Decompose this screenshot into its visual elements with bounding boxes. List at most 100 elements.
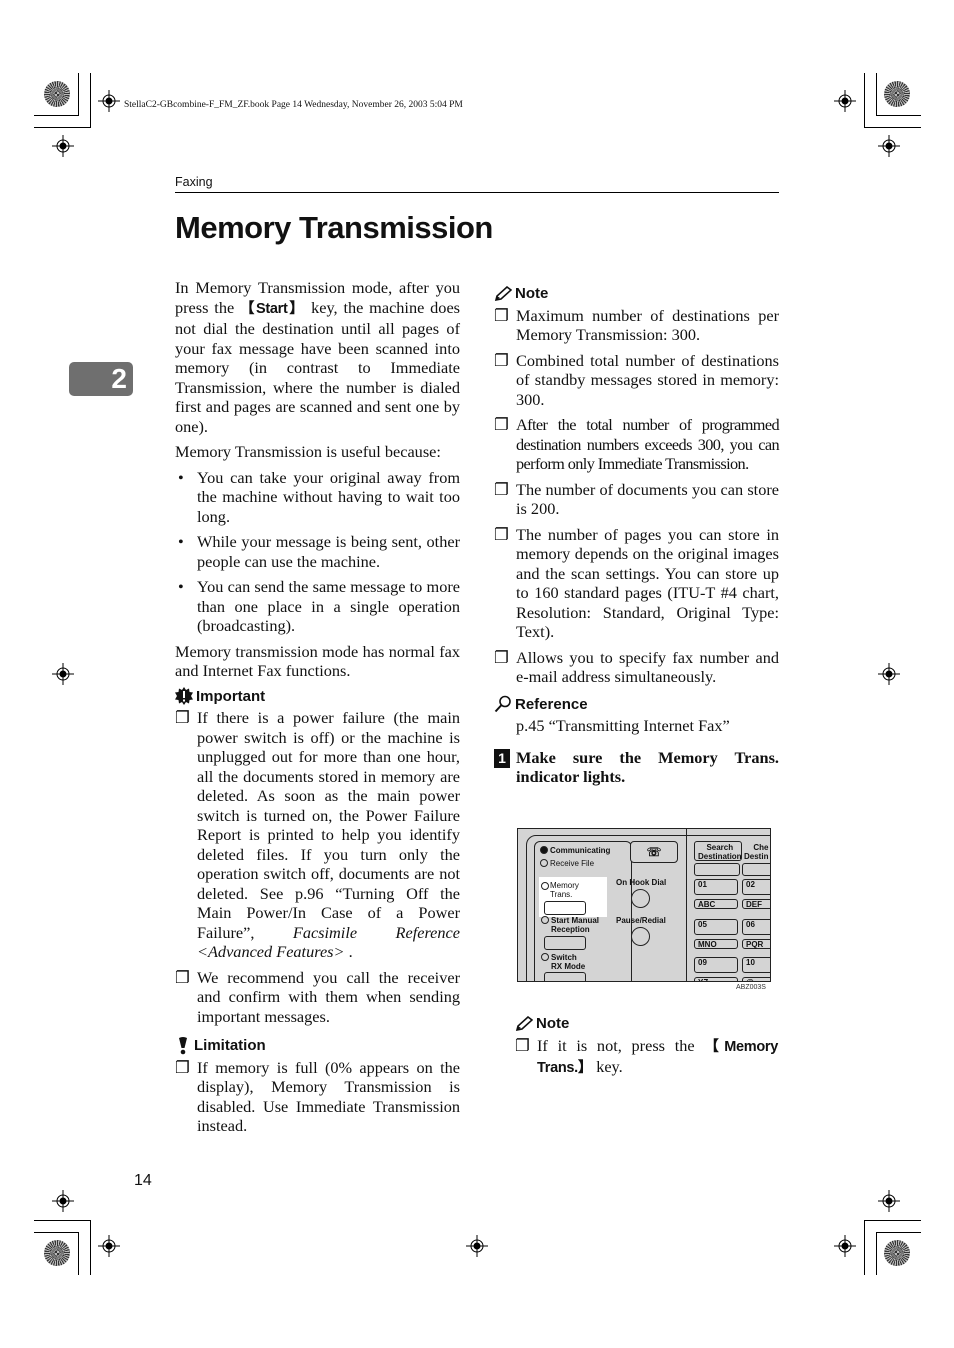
list-item: While your message is being sent, other … (175, 532, 460, 571)
led-off-icon (541, 882, 549, 890)
limitation-heading: Limitation (175, 1036, 460, 1056)
crop-mark (34, 115, 79, 116)
important-item: ❐ If there is a power failure (the main p… (175, 708, 461, 961)
quick-dial-key: YZ (694, 977, 738, 981)
crop-mark (876, 1232, 921, 1233)
print-header: StellaC2-GBcombine-F_FM_ZF.book Page 14 … (124, 100, 463, 110)
fax-icon-button: ☏ (630, 841, 678, 863)
receive-file-indicator: Receive File (540, 859, 594, 868)
quick-dial-key: PQR (742, 939, 770, 949)
section-label: Faxing (175, 175, 213, 189)
quick-dial-key: 10 (742, 957, 770, 973)
checkbox-bullet-icon: ❐ (175, 967, 190, 987)
on-hook-dial-label: On Hook Dial (616, 878, 667, 887)
note-item: ❐ After the total number of programmed de… (494, 415, 780, 473)
registration-mark-icon (98, 1235, 120, 1257)
registration-mark-icon (834, 1235, 856, 1257)
registration-mark-icon (52, 1190, 74, 1212)
page-number: 14 (134, 1172, 152, 1189)
header-rule (175, 192, 779, 193)
step-1: 1 Make sure the Memory Trans. indicator l… (494, 748, 779, 787)
step-note: Note ❐ If it is not, press the 【Memory Tr… (515, 1014, 778, 1085)
checkbox-bullet-icon: ❐ (494, 524, 509, 544)
intro-paragraph: In Memory Transmission mode, after you p… (175, 278, 461, 436)
checkbox-bullet-icon: ❐ (494, 415, 509, 434)
quick-dial-key: 02 (742, 879, 770, 895)
crop-mark (78, 1232, 79, 1275)
switch-rx-mode-key (544, 972, 586, 981)
checkbox-bullet-icon: ❐ (494, 305, 509, 325)
control-panel-illustration: Communicating Receive File ☏ Memory Trans… (517, 828, 771, 982)
crop-mark (34, 127, 91, 128)
checkbox-bullet-icon: ❐ (175, 708, 190, 727)
reference-heading: Reference (494, 695, 779, 715)
step-number: 1 (494, 748, 510, 768)
memory-trans-key (544, 901, 586, 915)
quick-dial-key: MNO (694, 939, 738, 949)
crop-mark (876, 115, 921, 116)
list-item: You can send the same message to more th… (175, 577, 460, 636)
color-rosette-icon (884, 1240, 910, 1266)
led-off-icon (541, 953, 549, 961)
important-icon (175, 687, 193, 706)
quick-dial-key: DEF (742, 899, 770, 909)
reference-link[interactable]: p.45 “Transmitting Internet Fax” (494, 716, 779, 736)
blank-key (694, 863, 740, 876)
pencil-icon (494, 285, 512, 301)
color-rosette-icon (44, 81, 70, 107)
search-destination-label: Search Destination (698, 843, 742, 861)
crop-mark (876, 73, 877, 115)
modes-paragraph: Memory transmission mode has normal fax … (175, 641, 460, 681)
note-item: ❐ If it is not, press the 【Memory Trans.】… (515, 1035, 778, 1077)
blank-key (742, 863, 770, 876)
crop-mark (90, 1220, 91, 1275)
quick-dial-key: 01 (694, 879, 738, 895)
crop-mark (34, 1220, 91, 1221)
page-title: Memory Transmission (175, 210, 493, 245)
led-off-icon (541, 916, 549, 924)
registration-mark-icon (52, 135, 74, 157)
quick-dial-key: 06 (742, 919, 770, 935)
limitation-item: ❐ If memory is full (0% appears on the di… (175, 1057, 460, 1136)
quick-dial-key: 09 (694, 957, 738, 973)
limitation-icon (179, 1036, 187, 1055)
note-item: ❐ The number of pages you can store in me… (494, 524, 779, 642)
registration-mark-icon (98, 90, 120, 112)
crop-mark (864, 1220, 921, 1221)
note-item: ❐ The number of documents you can store i… (494, 479, 779, 519)
start-manual-reception-label: Start Manual Reception (541, 916, 599, 934)
list-item: You can take your original away from the… (175, 468, 460, 527)
checkbox-bullet-icon: ❐ (494, 350, 509, 370)
important-heading: Important (175, 687, 460, 707)
checkbox-bullet-icon: ❐ (494, 647, 509, 667)
quick-dial-key: 05 (694, 919, 738, 935)
quick-dial-key: @._ (742, 977, 770, 981)
crop-mark (34, 1232, 79, 1233)
quick-dial-key: ABC (694, 899, 738, 909)
pause-redial-label: Pause/Redial (616, 916, 666, 925)
right-column: Note ❐ Maximum number of destinations per… (494, 284, 780, 787)
crop-mark (864, 127, 921, 128)
pause-redial-key (631, 927, 650, 946)
chapter-tab: 2 (69, 362, 133, 396)
checkbox-bullet-icon: ❐ (494, 479, 509, 499)
note-heading: Note (515, 1014, 778, 1034)
start-manual-reception-key (544, 936, 586, 950)
registration-mark-icon (52, 663, 74, 685)
important-item: ❐ We recommend you call the receiver and … (175, 967, 460, 1026)
crop-mark (864, 73, 865, 127)
color-rosette-icon (884, 81, 910, 107)
registration-mark-icon (878, 135, 900, 157)
note-item: ❐ Combined total number of destinations o… (494, 350, 779, 409)
crop-mark (876, 1232, 877, 1275)
check-destination-label: Che Destin (744, 843, 769, 861)
color-rosette-icon (44, 1240, 70, 1266)
checkbox-bullet-icon: ❐ (515, 1035, 530, 1055)
communicating-indicator: Communicating (540, 846, 610, 855)
useful-paragraph: Memory Transmission is useful because: (175, 442, 441, 461)
registration-mark-icon (834, 90, 856, 112)
figure-caption: ABZ003S (736, 984, 766, 991)
note-heading: Note (494, 284, 779, 304)
left-column: In Memory Transmission mode, after you p… (175, 278, 460, 1142)
crop-mark (864, 1220, 865, 1275)
